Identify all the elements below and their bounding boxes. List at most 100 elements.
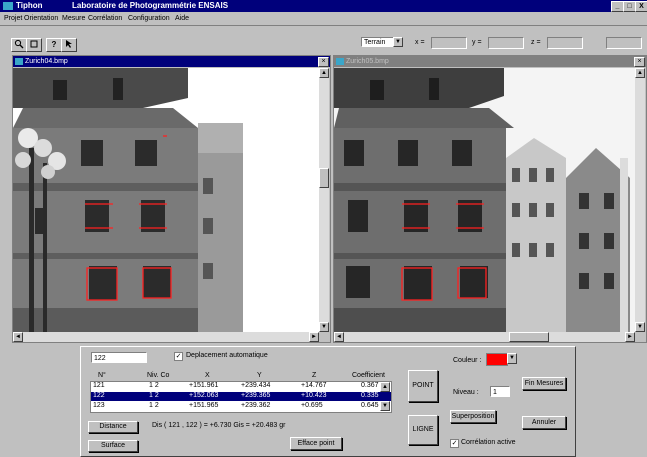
chevron-down-icon[interactable]: ▼ xyxy=(507,353,517,364)
right-image-title: Zurich05.bmp xyxy=(346,58,389,65)
app-title: Laboratoire de Photogrammétrie ENSAIS xyxy=(72,1,229,10)
right-photo[interactable] xyxy=(334,68,635,332)
cell-n: 122 xyxy=(93,392,105,399)
menu-projet[interactable]: Projet xyxy=(4,15,22,22)
efface-point-button[interactable]: Efface point xyxy=(290,437,342,450)
superposition-button[interactable]: Superposition xyxy=(450,410,496,423)
right-horizontal-scrollbar[interactable]: ◄ ► xyxy=(334,332,635,342)
points-table: 121 1 2 +151.961 +239.434 +14.767 0.367 … xyxy=(90,381,392,413)
x-readout xyxy=(431,37,467,49)
extra-readout xyxy=(606,37,642,49)
niveau-input[interactable]: 1 xyxy=(490,386,510,397)
cell-y: +239.434 xyxy=(241,382,271,389)
image-file-icon xyxy=(15,58,23,65)
cell-niv: 1 2 xyxy=(149,402,159,409)
cell-x: +151.961 xyxy=(189,382,219,389)
auto-move-checkbox[interactable]: ✓ xyxy=(174,352,183,361)
col-header-z: Z xyxy=(312,372,317,379)
annuler-button[interactable]: Annuler xyxy=(522,416,566,429)
cell-coefficient: 0.335 xyxy=(361,392,379,399)
menu-aide[interactable]: Aide xyxy=(175,15,189,22)
cell-z: +14.767 xyxy=(301,382,327,389)
left-image-title: Zurich04.bmp xyxy=(25,58,68,65)
left-vertical-scrollbar[interactable]: ▲ ▼ xyxy=(319,68,329,332)
cell-niv: 1 2 xyxy=(149,382,159,389)
fin-mesures-button[interactable]: Fin Mesures xyxy=(522,377,566,390)
mode-select-value: Terrain xyxy=(364,39,386,46)
app-name: Tiphon xyxy=(16,1,43,10)
correlation-checkbox[interactable]: ✓ xyxy=(450,439,459,448)
correlation-label: Corrélation active xyxy=(461,439,516,446)
couleur-label: Couleur : xyxy=(453,357,482,364)
help-icon[interactable]: ? xyxy=(46,38,62,52)
close-button[interactable]: X xyxy=(635,1,647,12)
color-swatch[interactable] xyxy=(486,353,508,366)
cell-z: +10.423 xyxy=(301,392,327,399)
cell-x: +151.965 xyxy=(189,402,219,409)
chevron-down-icon[interactable]: ▼ xyxy=(393,37,403,47)
col-header-n: N° xyxy=(98,372,106,379)
scroll-down-icon[interactable]: ▼ xyxy=(635,322,645,332)
col-header-coefficient: Coefficient xyxy=(352,372,385,379)
pointer-help-icon[interactable] xyxy=(61,38,77,52)
y-label: y = xyxy=(472,39,482,46)
col-header-niv: Niv. Co xyxy=(147,372,170,379)
surface-button[interactable]: Surface xyxy=(88,440,138,452)
left-photo[interactable] xyxy=(13,68,319,332)
table-row[interactable]: 123 1 2 +151.965 +239.362 +0.695 0.645 xyxy=(91,402,391,411)
distance-button[interactable]: Distance xyxy=(88,421,138,433)
z-readout xyxy=(547,37,583,49)
menu-orientation[interactable]: Orientation xyxy=(24,15,58,22)
cell-n: 121 xyxy=(93,382,105,389)
distance-result: Dis ( 121 , 122 ) = +6.730 Gis = +20.483… xyxy=(152,422,286,429)
menu-correlation[interactable]: Corrélation xyxy=(88,15,122,22)
frame-icon[interactable] xyxy=(26,38,42,52)
table-row[interactable]: 121 1 2 +151.961 +239.434 +14.767 0.367 xyxy=(91,382,391,391)
table-row-selected[interactable]: 122 1 2 +152.063 +239.365 +10.423 0.335 xyxy=(91,392,391,401)
menu-bar: Projet Orientation Mesure Corrélation Co… xyxy=(0,13,647,25)
scroll-left-icon[interactable]: ◄ xyxy=(13,332,23,342)
menu-configuration[interactable]: Configuration xyxy=(128,15,170,22)
y-readout xyxy=(488,37,524,49)
image-file-icon xyxy=(336,58,344,65)
scroll-up-icon[interactable]: ▲ xyxy=(319,68,329,78)
ligne-button[interactable]: LIGNE xyxy=(408,415,438,445)
x-label: x = xyxy=(415,39,425,46)
menu-mesure[interactable]: Mesure xyxy=(62,15,85,22)
scroll-left-icon[interactable]: ◄ xyxy=(334,332,344,342)
scroll-right-icon[interactable]: ► xyxy=(309,332,319,342)
point-button[interactable]: POINT xyxy=(408,370,438,402)
scroll-thumb[interactable] xyxy=(509,332,549,342)
right-image-close-button[interactable]: × xyxy=(634,57,645,67)
right-image-window: Zurich05.bmp × ▲ ▼ ◄ ► xyxy=(333,55,647,343)
cell-z: +0.695 xyxy=(301,402,323,409)
app-icon xyxy=(3,2,13,10)
auto-move-label: Deplacement automatique xyxy=(186,352,268,359)
cell-coefficient: 0.645 xyxy=(361,402,379,409)
left-horizontal-scrollbar[interactable]: ◄ ► xyxy=(13,332,319,342)
zoom-icon[interactable] xyxy=(11,38,27,52)
cell-coefficient: 0.367 xyxy=(361,382,379,389)
scroll-down-icon[interactable]: ▼ xyxy=(380,401,390,411)
app-title-bar: Tiphon Laboratoire de Photogrammétrie EN… xyxy=(0,0,647,12)
col-header-x: X xyxy=(205,372,210,379)
z-label: z = xyxy=(531,39,541,46)
cell-niv: 1 2 xyxy=(149,392,159,399)
cell-y: +239.362 xyxy=(241,402,271,409)
cell-y: +239.365 xyxy=(241,392,271,399)
left-image-window: Zurich04.bmp × ▲ ▼ ◄ ► xyxy=(12,55,331,343)
scroll-down-icon[interactable]: ▼ xyxy=(319,322,329,332)
right-vertical-scrollbar[interactable]: ▲ ▼ xyxy=(635,68,645,332)
scroll-up-icon[interactable]: ▲ xyxy=(635,68,645,78)
niveau-label: Niveau : xyxy=(453,389,479,396)
scroll-thumb[interactable] xyxy=(319,168,329,188)
col-header-y: Y xyxy=(257,372,262,379)
point-number-input[interactable]: 122 xyxy=(91,352,147,363)
left-image-titlebar: Zurich04.bmp × xyxy=(13,56,330,67)
right-image-titlebar: Zurich05.bmp × xyxy=(334,56,646,67)
scroll-up-icon[interactable]: ▲ xyxy=(380,382,390,392)
scroll-right-icon[interactable]: ► xyxy=(625,332,635,342)
left-image-close-button[interactable]: × xyxy=(318,57,329,67)
cell-x: +152.063 xyxy=(189,392,219,399)
cell-n: 123 xyxy=(93,402,105,409)
